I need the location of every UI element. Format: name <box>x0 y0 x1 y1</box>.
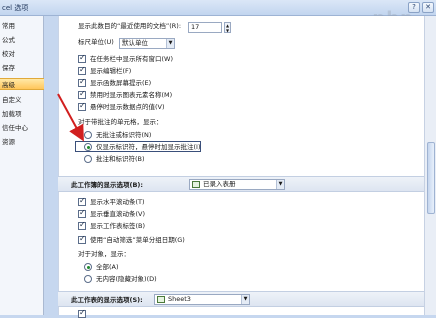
checkbox-label: 使用“自动筛选”菜单分组日期(G) <box>90 236 185 244</box>
ruler-unit-value: 默认单位 <box>122 39 148 47</box>
recent-docs-spinner[interactable]: ▲ ▼ <box>224 22 231 33</box>
objects-heading-text: 对于对象，显示： <box>78 250 130 258</box>
ruler-label: 标尺单位(U) <box>78 38 114 46</box>
radio-label: 批注和标识符(B) <box>96 155 145 163</box>
close-button[interactable]: ✕ <box>422 2 434 13</box>
chevron-down-icon: ▼ <box>276 180 284 189</box>
checkbox-label: 显示工作表标签(B) <box>90 222 146 230</box>
checkbox-show-windows-taskbar[interactable] <box>78 53 86 63</box>
checkbox-horizontal-scrollbar[interactable] <box>78 196 86 206</box>
help-button[interactable]: ? <box>408 2 420 13</box>
ruler-unit-select[interactable]: 默认单位 ▼ <box>119 38 175 49</box>
workbook-icon <box>192 181 200 188</box>
nav-item-formulas[interactable]: 公式 <box>0 34 44 46</box>
radio-comments-and-indicators[interactable] <box>84 155 92 163</box>
comment-heading: 对于带批注的单元格，显示： <box>78 116 163 128</box>
nav-item-trust-center[interactable]: 信任中心 <box>0 122 44 134</box>
checkbox-label: 悬停时显示数据点的值(V) <box>90 103 165 111</box>
comment-heading-text: 对于带批注的单元格，显示： <box>78 118 163 126</box>
selection-focus-box <box>75 141 201 152</box>
checkbox-label: 显示垂直滚动条(V) <box>90 210 146 218</box>
chevron-down-icon: ▼ <box>166 39 174 48</box>
nav-item-general[interactable]: 常用 <box>0 20 44 32</box>
radio-objects-hide[interactable] <box>84 275 92 283</box>
workbook-section-title: 此工作簿的显示选项(B): <box>71 181 143 189</box>
sheet-select[interactable]: Sheet3 ▼ <box>154 294 250 305</box>
nav-item-proofing[interactable]: 校对 <box>0 48 44 60</box>
checkbox-autofilter-group-dates[interactable] <box>78 234 86 244</box>
sheet-display-section: 此工作表的显示选项(S): Sheet3 ▼ <box>58 291 424 307</box>
checkbox-sheet-option[interactable] <box>78 308 86 318</box>
window-title: cel 选项 <box>2 4 29 12</box>
checkbox-chart-element-names[interactable] <box>78 89 86 99</box>
recent-docs-value: 17 <box>191 23 200 31</box>
checkbox-label: 禁用时显示图表元素名称(M) <box>90 91 173 99</box>
scrollbar-thumb[interactable] <box>427 142 435 214</box>
sheet-select-value: Sheet3 <box>168 295 191 303</box>
radio-label: 无批注或标识符(N) <box>96 131 152 139</box>
title-bar: cel 选项 php ? ✕ <box>0 0 436 29</box>
checkbox-label: 在任务栏中显示所有窗口(W) <box>90 55 173 63</box>
nav-item-addins[interactable]: 加载项 <box>0 108 44 120</box>
recent-docs-row: 显示此数目的“最近使用的文档”(R): <box>78 20 181 32</box>
checkbox-show-formula-bar[interactable] <box>78 65 86 75</box>
radio-label: 无内容(隐藏对象)(D) <box>96 275 157 283</box>
objects-heading: 对于对象，显示： <box>78 248 130 260</box>
checkbox-label: 显示编辑栏(F) <box>90 67 132 75</box>
radio-label: 全部(A) <box>96 263 119 271</box>
vertical-scrollbar[interactable] <box>424 16 436 315</box>
workbook-select[interactable]: 已录入表册 ▼ <box>189 179 285 190</box>
ruler-row: 标尺单位(U) <box>78 36 114 48</box>
options-nav: 常用 公式 校对 保存 高级 自定义 加载项 信任中心 资源 <box>0 16 44 315</box>
checkbox-function-screentips[interactable] <box>78 77 86 87</box>
radio-no-comments[interactable] <box>84 131 92 139</box>
checkbox-sheet-tabs[interactable] <box>78 220 86 230</box>
nav-item-resources[interactable]: 资源 <box>0 136 44 148</box>
sheet-section-title: 此工作表的显示选项(S): <box>71 296 143 304</box>
radio-objects-all[interactable] <box>84 263 92 271</box>
workbook-display-section: 此工作簿的显示选项(B): 已录入表册 ▼ <box>58 176 424 192</box>
recent-docs-label: 显示此数目的“最近使用的文档”(R): <box>78 22 182 30</box>
workbook-select-value: 已录入表册 <box>203 180 236 188</box>
nav-item-customize[interactable]: 自定义 <box>0 94 44 106</box>
checkbox-data-point-values[interactable] <box>78 101 86 111</box>
chevron-down-icon: ▼ <box>241 295 249 304</box>
sheet-icon <box>157 296 165 303</box>
recent-docs-input[interactable]: 17 <box>188 22 222 33</box>
nav-item-advanced[interactable]: 高级 <box>0 78 44 90</box>
checkbox-label: 显示水平滚动条(T) <box>90 198 145 206</box>
nav-item-save[interactable]: 保存 <box>0 62 44 74</box>
checkbox-label: 显示函数屏幕提示(E) <box>90 79 152 87</box>
checkbox-vertical-scrollbar[interactable] <box>78 208 86 218</box>
